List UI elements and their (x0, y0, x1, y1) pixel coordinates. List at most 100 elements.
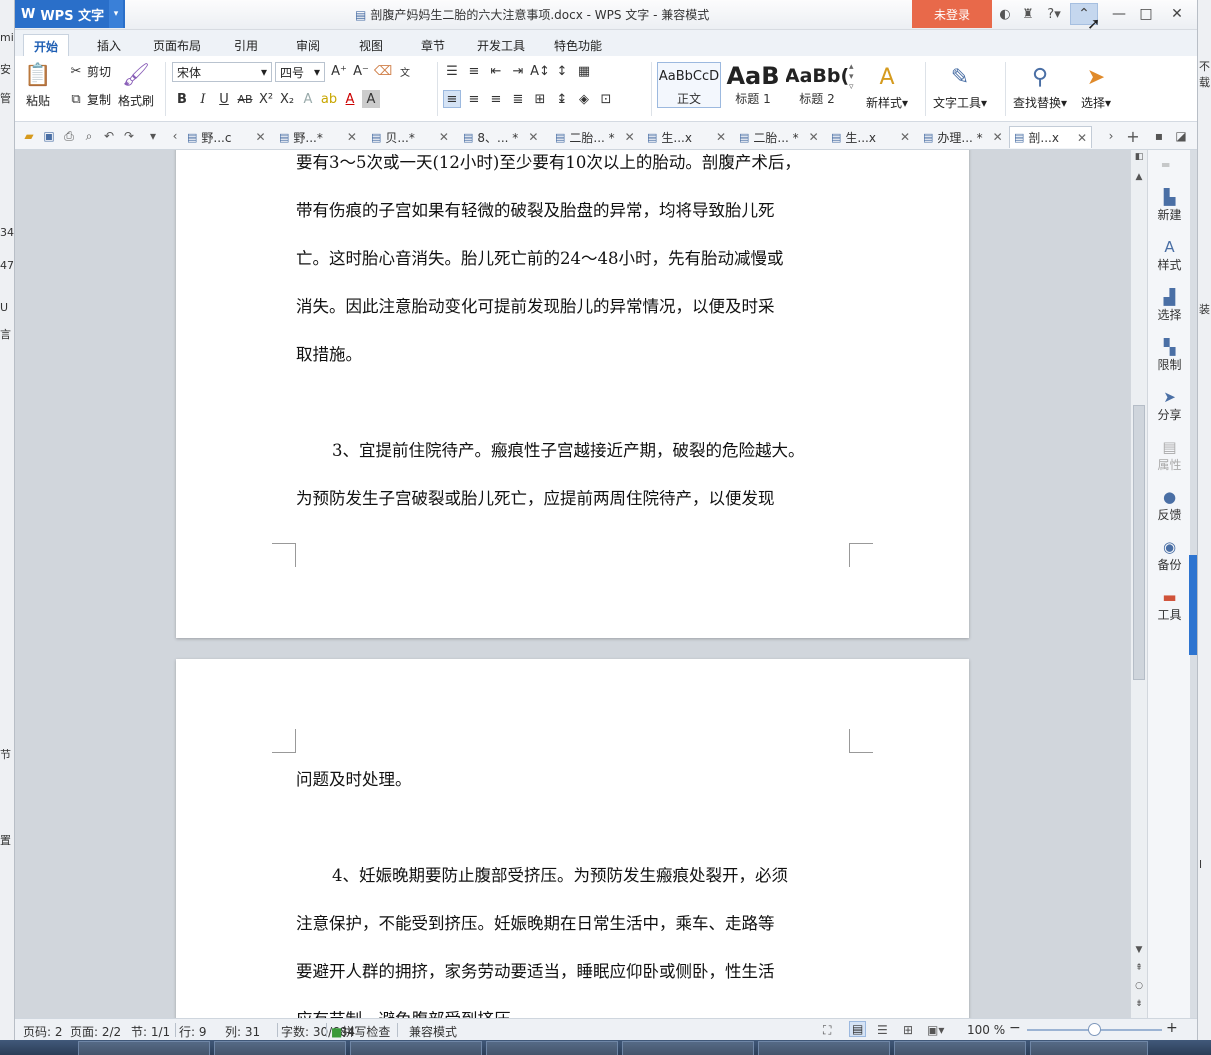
shading-icon[interactable]: ◈ (575, 90, 593, 108)
tab-menu-icon[interactable]: ◪ (1173, 128, 1189, 144)
chevron-left-icon[interactable]: ‹ (167, 128, 183, 144)
print-preview-icon[interactable]: ⌕ (81, 128, 97, 144)
numbered-list-icon[interactable]: ≡ (465, 62, 483, 80)
reading-view-icon[interactable]: ▣▾ (927, 1023, 944, 1037)
text-direction-icon[interactable]: A↕ (530, 62, 550, 80)
document-tab[interactable]: ▤ 二胎... * ✕ (555, 126, 635, 148)
web-view-icon[interactable]: ⊞ (903, 1023, 913, 1037)
scrollbar-thumb[interactable] (1133, 405, 1145, 680)
clear-format-icon[interactable]: ⌫ (374, 62, 392, 80)
sidebar-item-share[interactable]: ➤ 分享 (1148, 388, 1191, 423)
align-right-icon[interactable]: ≡ (487, 90, 505, 108)
border-icon[interactable]: ⊡ (597, 90, 615, 108)
save-icon[interactable]: ▣ (41, 128, 57, 144)
shirt-icon[interactable]: ♜ (1019, 5, 1037, 23)
spell-check-toggle[interactable]: ■拼写检查 (331, 1023, 390, 1040)
style-normal[interactable]: AaBbCcD 正文 (657, 62, 721, 108)
tab-review[interactable]: 审阅 (286, 34, 330, 56)
collapse-panel-icon[interactable]: ═ (1162, 158, 1169, 172)
chevron-down-icon[interactable]: ▾ (109, 0, 123, 28)
sidebar-item-new[interactable]: ▙ 新建 (1148, 188, 1191, 223)
char-shading-icon[interactable]: A (362, 90, 380, 108)
close-icon[interactable]: ✕ (716, 130, 726, 144)
table-grid-icon[interactable]: ▦ (575, 62, 593, 80)
new-tab-icon[interactable]: + (1125, 127, 1141, 146)
tab-home[interactable]: 开始 (23, 34, 70, 56)
close-icon[interactable]: ✕ (809, 130, 819, 144)
shrink-font-icon[interactable]: A⁻ (352, 62, 370, 80)
strikethrough-icon[interactable]: AB (236, 90, 254, 108)
justify-icon[interactable]: ≣ (509, 90, 527, 108)
sidebar-item-feedback[interactable]: ● 反馈 (1148, 488, 1191, 523)
taskbar-button[interactable] (894, 1041, 1026, 1055)
style-gallery-scroll[interactable]: ▴ ▾ ▿ (849, 62, 854, 92)
align-center-icon[interactable]: ≡ (465, 90, 483, 108)
subscript-icon[interactable]: X₂ (278, 90, 296, 108)
document-tab[interactable]: ▤ 贝...* ✕ (371, 126, 449, 148)
document-tab[interactable]: ▤ 生...x ✕ (831, 126, 910, 148)
taskbar-button[interactable] (486, 1041, 618, 1055)
paste-button[interactable]: 📋 粘贴 (23, 60, 53, 109)
select-button[interactable]: ➤ 选择▾ (1081, 62, 1111, 111)
line-spacing-icon[interactable]: ↨ (553, 90, 571, 108)
zoom-slider-thumb[interactable] (1088, 1023, 1101, 1036)
tab-view[interactable]: 视图 (349, 34, 393, 56)
taskbar-button[interactable] (622, 1041, 754, 1055)
taskbar-button[interactable] (758, 1041, 890, 1055)
outline-view-icon[interactable]: ☰ (877, 1023, 888, 1037)
previous-page-icon[interactable]: ⇞ (1134, 963, 1144, 973)
document-tab[interactable]: ▤ 办理... * ✕ (923, 126, 1003, 148)
skin-icon[interactable]: ◐ (996, 5, 1014, 23)
grow-font-icon[interactable]: A⁺ (330, 62, 348, 80)
next-page-icon[interactable]: ⇟ (1134, 999, 1144, 1009)
close-icon[interactable]: ✕ (1077, 131, 1087, 145)
align-left-icon[interactable]: ≡ (443, 90, 461, 108)
taskbar-button[interactable] (1030, 1041, 1148, 1055)
tab-special-features[interactable]: 特色功能 (544, 34, 612, 56)
sidebar-item-select[interactable]: ▟ 选择 (1148, 288, 1191, 323)
chevron-down-icon[interactable]: ▾ (145, 128, 161, 144)
tab-insert[interactable]: 插入 (87, 34, 131, 56)
text-effect-icon[interactable]: A (299, 90, 317, 108)
login-button[interactable]: 未登录 (912, 0, 992, 28)
cut-button[interactable]: ✂ 剪切 (67, 62, 111, 80)
maximize-button[interactable]: □ (1132, 3, 1160, 25)
sidebar-item-tools[interactable]: ▬ 工具 (1148, 588, 1191, 623)
chevron-down-icon[interactable]: ▾ (849, 72, 854, 82)
font-size-select[interactable]: 四号 ▾ (275, 62, 325, 82)
minimize-button[interactable]: — (1105, 3, 1133, 25)
close-icon[interactable]: ✕ (528, 130, 538, 144)
redo-icon[interactable]: ↷ (121, 128, 137, 144)
style-heading-1[interactable]: AaB 标题 1 (721, 62, 785, 108)
zoom-in-icon[interactable]: + (1166, 1020, 1178, 1036)
zoom-level[interactable]: 100 % (967, 1023, 1005, 1037)
sidebar-item-style[interactable]: A 样式 (1148, 238, 1191, 273)
phonetic-guide-icon[interactable]: 文 (396, 62, 414, 80)
underline-icon[interactable]: U (215, 90, 233, 108)
vertical-scrollbar[interactable]: ◧ ▲ ▼ ⇞ ○ ⇟ (1130, 150, 1147, 1018)
close-icon[interactable]: ✕ (347, 130, 357, 144)
distribute-icon[interactable]: ⊞ (531, 90, 549, 108)
panel-expand-handle[interactable] (1189, 555, 1197, 655)
close-icon[interactable]: ✕ (625, 130, 635, 144)
tab-chapter[interactable]: 章节 (411, 34, 455, 56)
bold-icon[interactable]: B (173, 90, 191, 108)
document-tab[interactable]: ▤ 野...c ✕ (187, 126, 266, 148)
taskbar-button[interactable] (350, 1041, 482, 1055)
browse-object-icon[interactable]: ○ (1134, 981, 1144, 991)
close-icon[interactable]: ✕ (255, 130, 265, 144)
zoom-out-icon[interactable]: − (1009, 1020, 1021, 1036)
chevron-up-icon[interactable]: ▴ (849, 62, 854, 72)
highlight-icon[interactable]: ab (320, 90, 338, 108)
sort-icon[interactable]: ↕ (553, 62, 571, 80)
copy-button[interactable]: ⧉ 复制 (67, 90, 111, 108)
page-view-icon[interactable]: ▤ (849, 1021, 867, 1037)
decrease-indent-icon[interactable]: ⇤ (487, 62, 505, 80)
close-icon[interactable]: ✕ (900, 130, 910, 144)
scroll-up-arrow-icon[interactable]: ▲ (1134, 172, 1144, 182)
taskbar-button[interactable] (78, 1041, 210, 1055)
tab-list-icon[interactable]: ▪ (1151, 128, 1167, 144)
close-icon[interactable]: ✕ (993, 130, 1003, 144)
open-folder-icon[interactable]: ▰ (21, 128, 37, 144)
sidebar-item-backup[interactable]: ◉ 备份 (1148, 538, 1191, 573)
